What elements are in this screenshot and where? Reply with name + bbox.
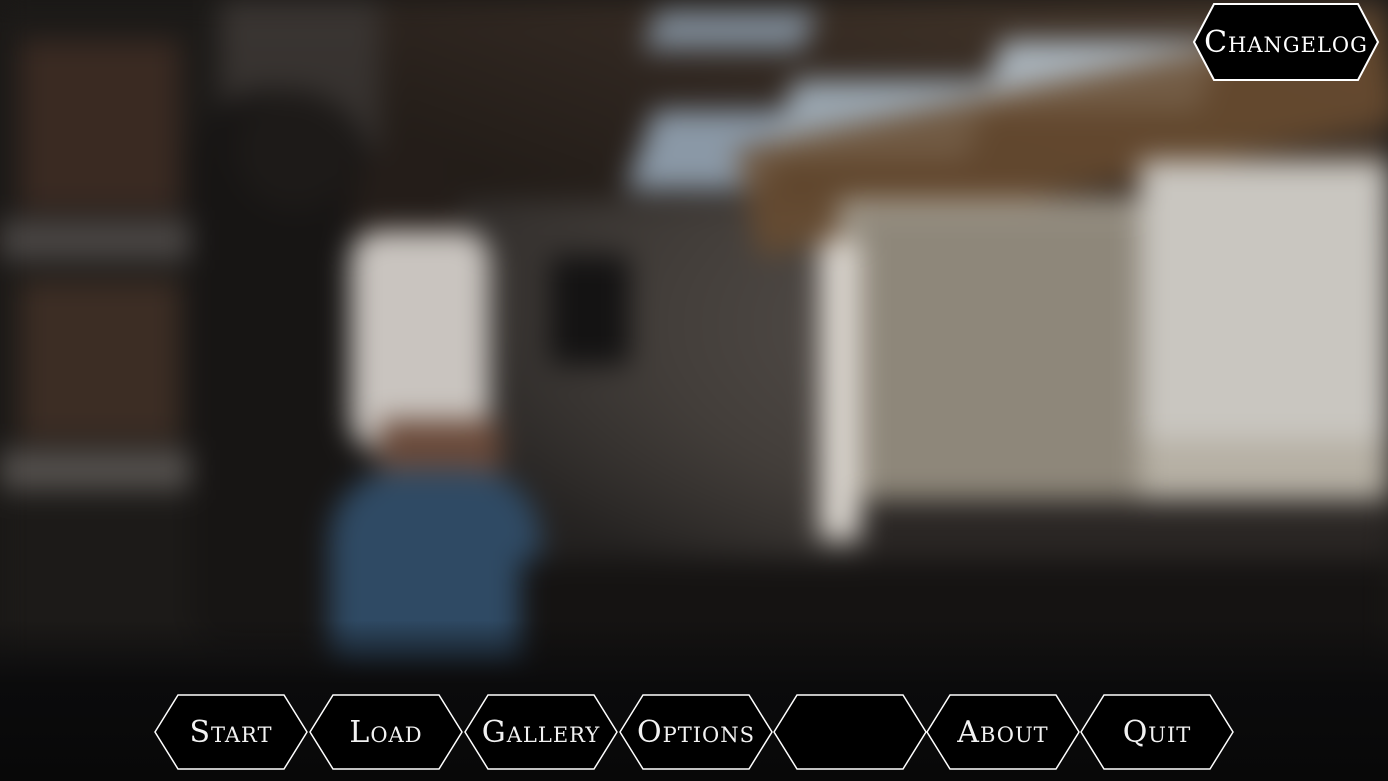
gallery-label: Gallery xyxy=(481,714,601,750)
changelog-button[interactable]: Changelog xyxy=(1192,2,1380,82)
bottom-shade xyxy=(0,0,1388,781)
start-label: Start xyxy=(189,714,273,750)
quit-button[interactable]: Quit xyxy=(1080,694,1234,770)
options-label: Options xyxy=(636,714,755,750)
about-label: About xyxy=(957,714,1049,750)
about-button[interactable]: About xyxy=(926,694,1080,770)
quit-label: Quit xyxy=(1122,714,1192,750)
start-button[interactable]: Start xyxy=(154,694,308,770)
empty-menu-label xyxy=(773,694,927,770)
load-label: Load xyxy=(349,714,423,750)
gallery-button[interactable]: Gallery xyxy=(464,694,618,770)
empty-menu-button[interactable] xyxy=(773,694,927,770)
options-button[interactable]: Options xyxy=(619,694,773,770)
load-button[interactable]: Load xyxy=(309,694,463,770)
main-menu-screen: Changelog Start Load Gallery Options Abo… xyxy=(0,0,1388,781)
changelog-label: Changelog xyxy=(1204,24,1368,60)
